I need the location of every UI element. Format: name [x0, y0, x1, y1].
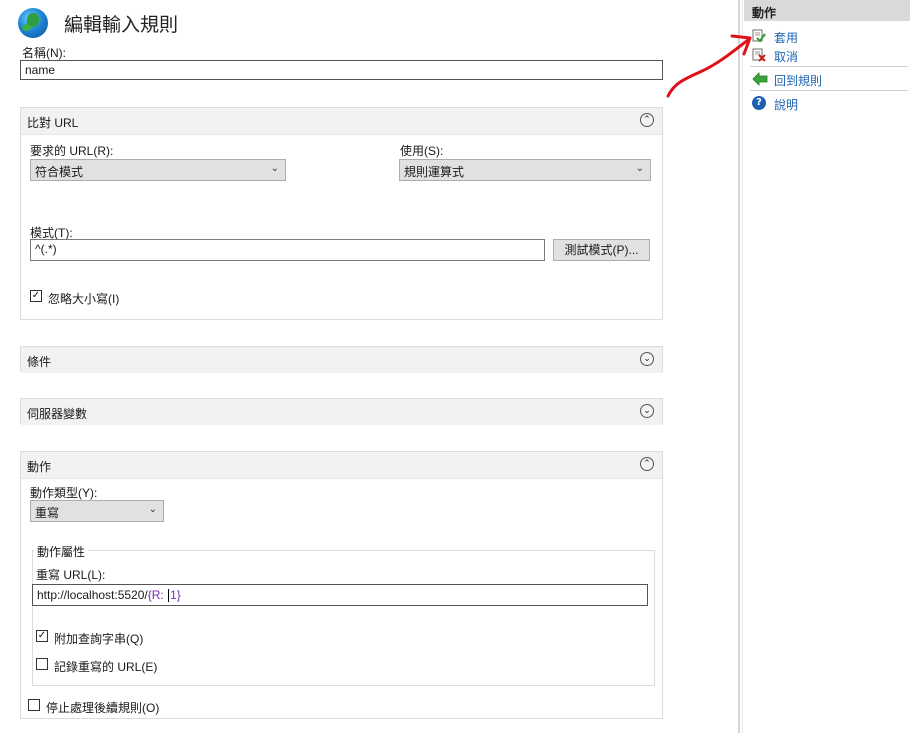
actions-pane: 動作 套用 取消 回到規則 ? 說明 [744, 0, 910, 733]
server-variables-title: 伺服器變數 [27, 407, 88, 421]
chevron-down-icon: ⌄ [635, 163, 644, 174]
requested-url-label: 要求的 URL(R): [30, 144, 114, 158]
action-type-value: 重寫 [35, 506, 60, 520]
conditions-section: 條件 ⌄ [20, 346, 663, 373]
action-title: 動作 [27, 460, 52, 474]
apply-label: 套用 [774, 31, 799, 45]
expand-icon[interactable]: ⌄ [640, 404, 654, 418]
append-query-checkbox[interactable]: ✓ [36, 630, 48, 642]
globe-icon [18, 8, 48, 38]
ignore-case-checkbox[interactable]: ✓ [30, 290, 42, 302]
action-type-label: 動作類型(Y): [30, 486, 98, 500]
annotation-arrow-icon [666, 34, 752, 98]
rewrite-url-variable: {R: [147, 588, 164, 602]
actions-pane-header: 動作 [744, 0, 910, 21]
apply-action[interactable]: 套用 [744, 27, 910, 45]
using-select[interactable]: 規則運算式 ⌄ [399, 159, 651, 181]
requested-url-value: 符合模式 [35, 165, 84, 179]
action-type-select[interactable]: 重寫 ⌄ [30, 500, 164, 522]
chevron-down-icon: ⌄ [148, 504, 157, 515]
requested-url-select[interactable]: 符合模式 ⌄ [30, 159, 286, 181]
log-rewritten-url-label: 記錄重寫的 URL(E) [54, 660, 158, 674]
using-value: 規則運算式 [404, 165, 465, 179]
action-properties-legend: 動作屬性 [34, 543, 89, 560]
actions-pane-title: 動作 [752, 6, 777, 20]
actions-divider [750, 90, 908, 91]
back-to-rules-action[interactable]: 回到規則 [744, 70, 910, 88]
pane-divider-highlight [742, 0, 743, 733]
help-label: 說明 [774, 98, 799, 112]
match-url-title: 比對 URL [27, 116, 79, 130]
chevron-down-icon: ⌄ [270, 163, 279, 174]
rewrite-url-label: 重寫 URL(L): [36, 568, 106, 582]
stop-processing-checkbox[interactable] [28, 699, 40, 711]
server-variables-section: 伺服器變數 ⌄ [20, 398, 663, 425]
using-label: 使用(S): [400, 144, 444, 158]
pattern-input[interactable]: ^(.*) [30, 239, 545, 261]
rule-editor-panel: 編輯輸入規則 名稱(N): name 比對 URL ⌃ 要求的 URL(R): … [0, 0, 740, 733]
help-action[interactable]: ? 說明 [744, 94, 910, 112]
back-to-rules-label: 回到規則 [774, 74, 823, 88]
cancel-action[interactable]: 取消 [744, 46, 910, 64]
text-caret [168, 589, 170, 603]
rewrite-url-tail: 1} [170, 588, 181, 602]
log-rewritten-url-checkbox[interactable] [36, 658, 48, 670]
match-url-header[interactable]: 比對 URL ⌃ [21, 108, 662, 135]
name-input[interactable]: name [20, 60, 663, 80]
stop-processing-label: 停止處理後續規則(O) [46, 701, 160, 715]
server-variables-header[interactable]: 伺服器變數 ⌄ [21, 399, 662, 425]
collapse-icon[interactable]: ⌃ [640, 457, 654, 471]
conditions-header[interactable]: 條件 ⌄ [21, 347, 662, 373]
collapse-icon[interactable]: ⌃ [640, 113, 654, 127]
match-url-section: 比對 URL ⌃ [20, 107, 663, 320]
test-pattern-button[interactable]: 測試模式(P)... [553, 239, 650, 261]
page-title: 編輯輸入規則 [64, 14, 179, 36]
name-label: 名稱(N): [22, 46, 66, 60]
append-query-label: 附加查詢字串(Q) [54, 632, 144, 646]
rewrite-url-prefix: http://localhost:5520/ [37, 588, 148, 602]
conditions-title: 條件 [27, 355, 52, 369]
actions-divider [750, 66, 908, 67]
rewrite-url-input[interactable]: http://localhost:5520/{R: 1} [32, 584, 648, 606]
ignore-case-label: 忽略大小寫(I) [48, 292, 120, 306]
expand-icon[interactable]: ⌄ [640, 352, 654, 366]
cancel-label: 取消 [774, 50, 799, 64]
pane-divider[interactable] [738, 0, 740, 733]
action-header[interactable]: 動作 ⌃ [21, 452, 662, 479]
